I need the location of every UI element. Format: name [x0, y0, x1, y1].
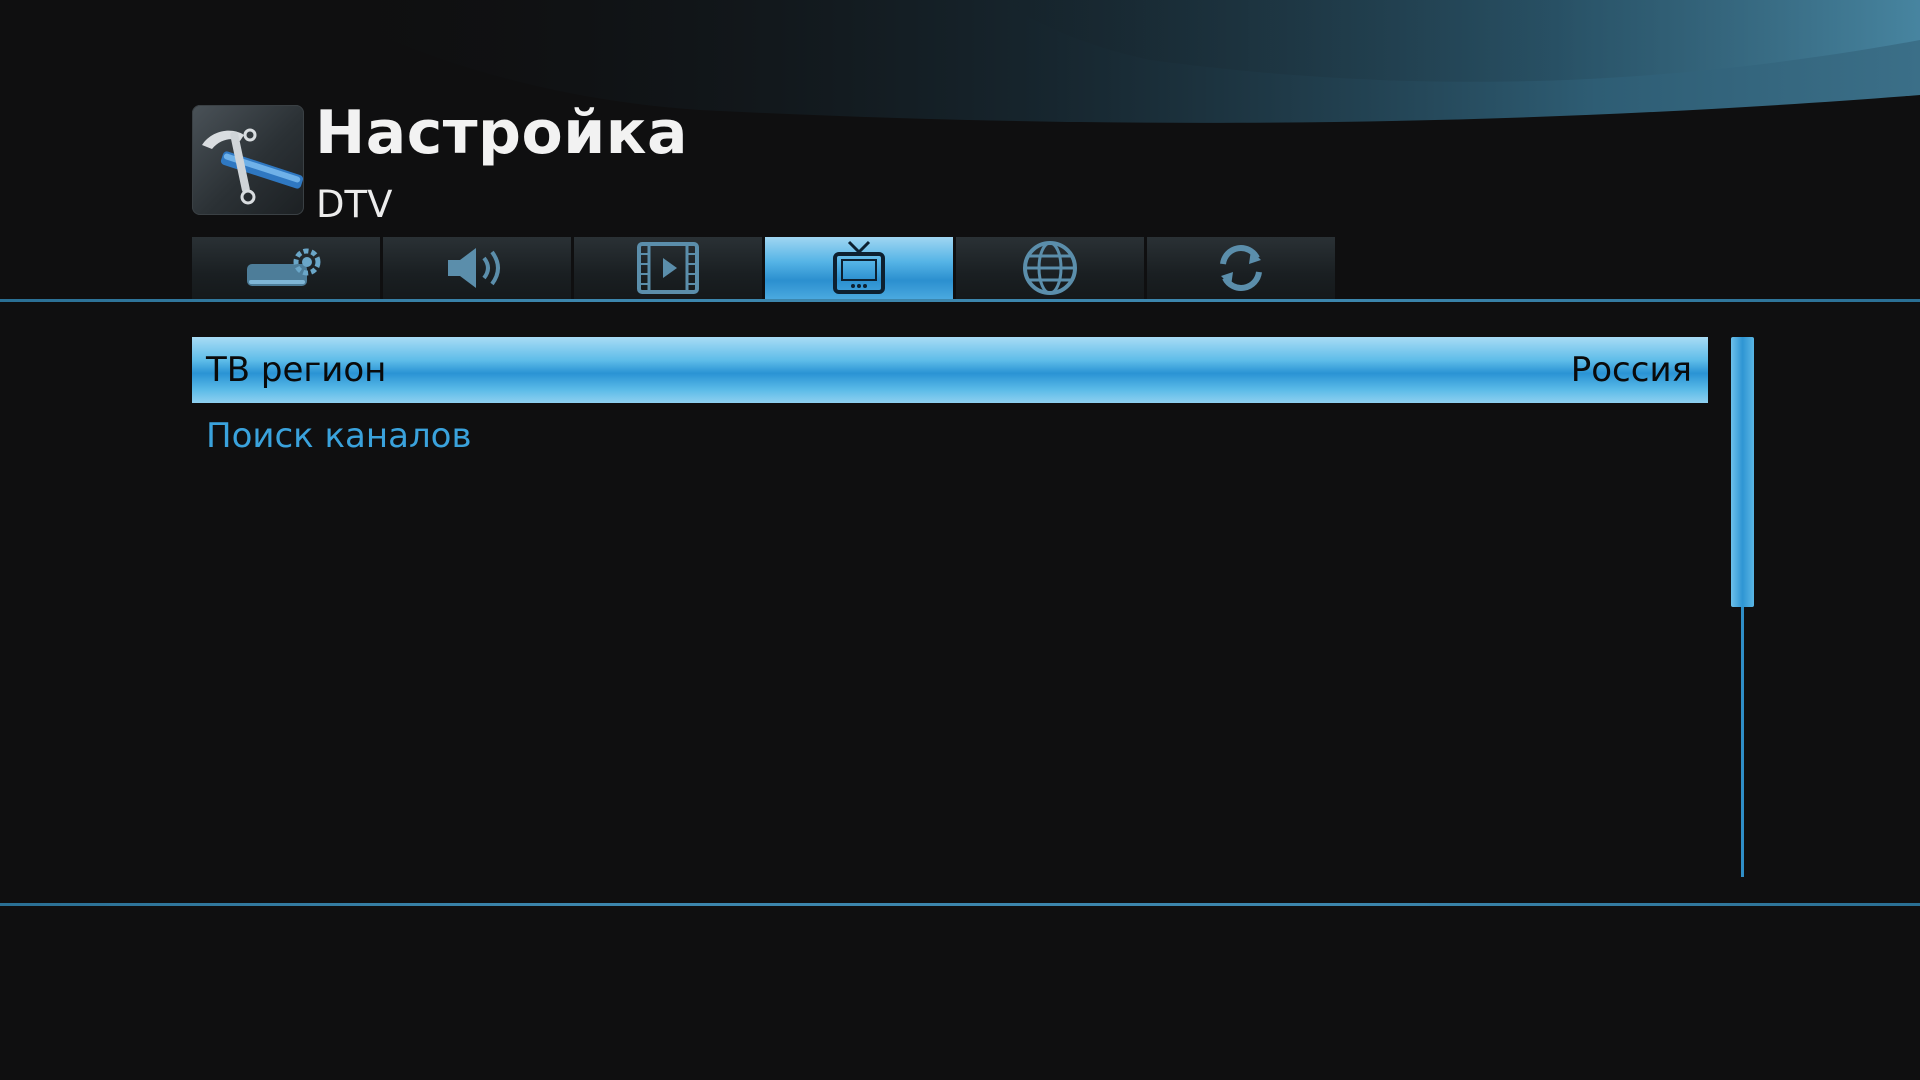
settings-list: ТВ регион Россия Поиск каналов: [192, 337, 1708, 469]
list-item-label: ТВ регион: [206, 350, 387, 390]
page-subtitle: DTV: [316, 183, 393, 226]
page-title: Настройка: [315, 98, 688, 168]
tv-icon: [833, 240, 885, 294]
list-item-tv-region[interactable]: ТВ регион Россия: [192, 337, 1708, 403]
film-icon: [637, 242, 699, 294]
tab-update[interactable]: [1147, 237, 1335, 299]
tab-video[interactable]: [574, 237, 762, 299]
settings-screen: Настройка DTV ТВ регион Россия Поиск кан…: [0, 0, 1920, 1080]
tools-icon: [192, 105, 304, 215]
refresh-icon: [1220, 245, 1262, 291]
tab-network[interactable]: [956, 237, 1144, 299]
tab-dtv[interactable]: [765, 237, 953, 299]
header-divider: [0, 299, 1920, 302]
settings-tabs: [192, 237, 1338, 299]
list-item-value: Россия: [1570, 350, 1692, 390]
system-settings-icon: [247, 248, 321, 286]
scrollbar-thumb[interactable]: [1731, 337, 1754, 607]
list-item-channel-search[interactable]: Поиск каналов: [192, 403, 1708, 469]
list-item-label: Поиск каналов: [206, 416, 472, 456]
tab-audio[interactable]: [383, 237, 571, 299]
footer-divider: [0, 903, 1920, 906]
tab-system[interactable]: [192, 237, 380, 299]
globe-icon: [1023, 241, 1077, 295]
speaker-icon: [448, 248, 500, 288]
